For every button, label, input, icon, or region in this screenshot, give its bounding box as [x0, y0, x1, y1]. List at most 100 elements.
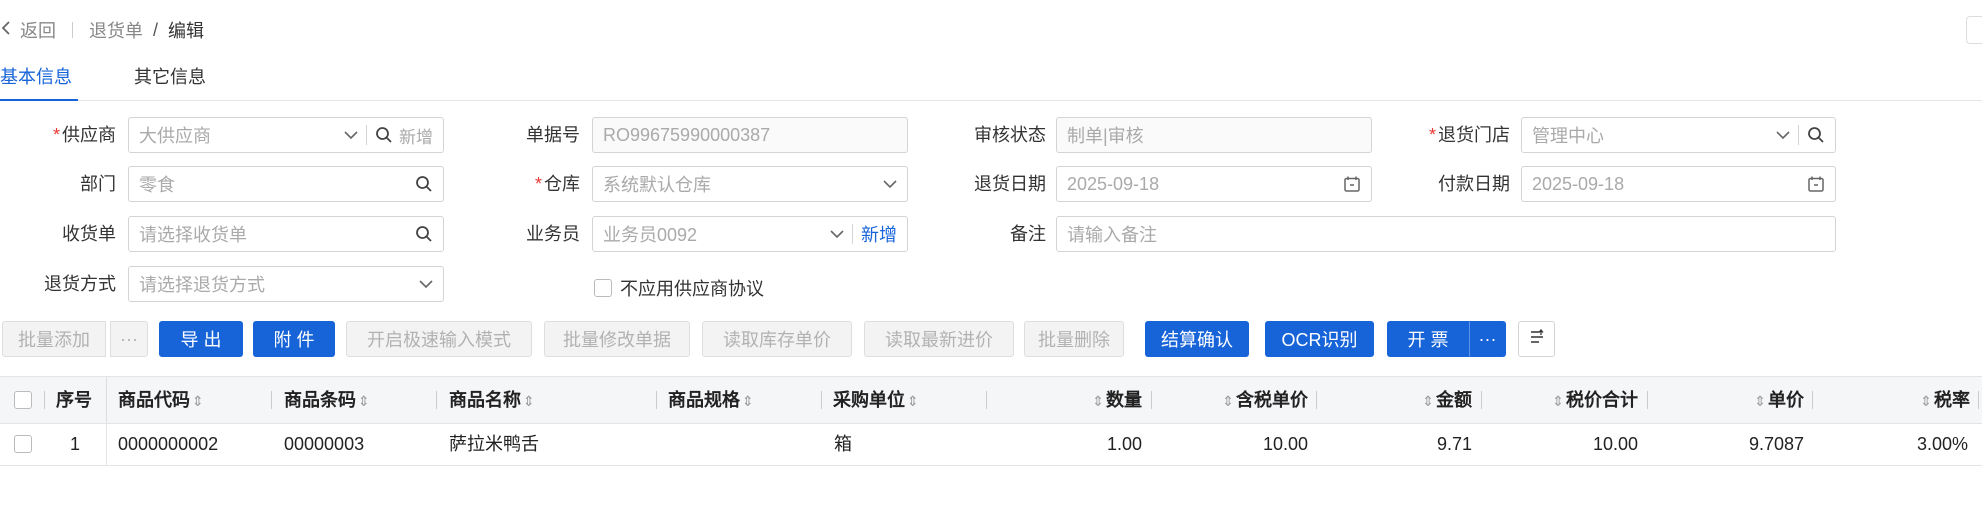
read-stock-price-button[interactable]: 读取库存单价: [702, 321, 852, 357]
column-settings-icon: [1529, 328, 1545, 350]
return-store-label: * 退货门店: [1428, 125, 1510, 145]
export-button[interactable]: 导 出: [159, 321, 243, 357]
return-store-value: 管理中心: [1532, 126, 1604, 146]
settle-confirm-button[interactable]: 结算确认: [1145, 321, 1249, 357]
breadcrumb-parent[interactable]: 退货单: [89, 17, 143, 43]
search-icon[interactable]: [415, 175, 433, 193]
return-date-value: 2025-09-18: [1067, 173, 1160, 194]
supplier-select[interactable]: 大供应商 新增: [128, 117, 444, 153]
doc-no-field: RO99675990000387: [592, 117, 908, 153]
receipt-label: 收货单: [62, 224, 116, 244]
salesman-add-button[interactable]: 新增: [861, 221, 897, 247]
select-all-checkbox[interactable]: [14, 391, 32, 409]
remark-placeholder: 请输入备注: [1067, 225, 1157, 245]
col-barcode[interactable]: 商品条码 ⇕: [284, 377, 372, 423]
return-method-select[interactable]: 请选择退货方式: [128, 266, 444, 302]
warehouse-value: 系统默认仓库: [603, 175, 711, 195]
salesman-value: 业务员0092: [603, 225, 698, 245]
cell-seq: 1: [69, 434, 80, 454]
back-link[interactable]: 返回: [0, 17, 56, 43]
cell-barcode: 00000003: [284, 434, 365, 454]
return-method-label: 退货方式: [44, 274, 116, 294]
receipt-field[interactable]: 请选择收货单: [128, 216, 444, 252]
col-name[interactable]: 商品名称 ⇕: [449, 377, 537, 423]
col-rate[interactable]: ⇕ 税率: [1826, 377, 1970, 423]
salesman-label: 业务员: [526, 224, 580, 244]
search-icon[interactable]: [415, 225, 433, 243]
batch-delete-button[interactable]: 批量删除: [1024, 321, 1124, 357]
invoice-button[interactable]: 开 票: [1387, 321, 1469, 357]
cell-price: 9.7087: [1748, 434, 1804, 454]
chevron-down-icon: [344, 130, 358, 140]
audit-status-field: 制单|审核: [1056, 117, 1372, 153]
col-tax-price[interactable]: ⇕ 含税单价: [1164, 377, 1308, 423]
chevron-down-icon: [1776, 130, 1790, 140]
chevron-down-icon: [830, 229, 844, 239]
search-icon[interactable]: [1807, 126, 1825, 144]
pay-date-label: 付款日期: [1438, 174, 1510, 194]
table-row[interactable]: 1 0000000002 00000003 萨拉米鸭舌 箱 1.00 10.00…: [0, 423, 1982, 466]
col-unit[interactable]: 采购单位 ⇕: [833, 377, 921, 423]
supplier-label: * 供应商: [52, 125, 116, 145]
read-latest-price-button[interactable]: 读取最新进价: [864, 321, 1014, 357]
col-qty[interactable]: ⇕ 数量: [1000, 377, 1142, 423]
no-protocol-label: 不应用供应商协议: [620, 279, 764, 299]
col-total[interactable]: ⇕ 税价合计: [1494, 377, 1638, 423]
checkbox-box[interactable]: [594, 279, 612, 297]
department-value: 零食: [139, 175, 175, 195]
col-spec[interactable]: 商品规格 ⇕: [668, 377, 756, 423]
calendar-icon: [1343, 175, 1361, 193]
pay-date-value: 2025-09-18: [1532, 173, 1625, 194]
return-store-select[interactable]: 管理中心: [1521, 117, 1836, 153]
col-code[interactable]: 商品代码 ⇕: [118, 377, 206, 423]
side-panel-toggle[interactable]: [1966, 16, 1982, 44]
batch-add-button[interactable]: 批量添加: [2, 321, 106, 357]
cell-qty[interactable]: 1.00: [1000, 423, 1142, 465]
tab-basic-info[interactable]: 基本信息: [0, 64, 78, 101]
batch-add-more-button[interactable]: ···: [110, 321, 148, 357]
breadcrumb-current: 编辑: [168, 21, 205, 41]
remark-input[interactable]: 请输入备注: [1056, 216, 1836, 252]
col-price[interactable]: ⇕ 单价: [1660, 377, 1804, 423]
supplier-value: 大供应商: [139, 126, 211, 146]
table-header: 序号 商品代码 ⇕ 商品条码 ⇕ 商品名称 ⇕ 商品规格 ⇕ 采购单位 ⇕ ⇕ 数量 ⇕ 含税…: [0, 376, 1982, 424]
cell-code: 0000000002: [118, 434, 219, 454]
return-method-placeholder: 请选择退货方式: [139, 275, 265, 295]
cell-tax-price[interactable]: 10.00: [1164, 423, 1308, 465]
return-date-picker[interactable]: 2025-09-18: [1056, 166, 1372, 202]
supplier-add-button[interactable]: 新增: [399, 123, 433, 148]
salesman-select[interactable]: 业务员0092 新增: [592, 216, 908, 252]
audit-status-label: 审核状态: [974, 125, 1046, 145]
search-icon[interactable]: [375, 126, 393, 144]
row-checkbox[interactable]: [14, 435, 32, 453]
receipt-placeholder: 请选择收货单: [139, 225, 247, 245]
fast-input-button[interactable]: 开启极速输入模式: [346, 321, 532, 357]
chevron-down-icon: [883, 179, 897, 189]
invoice-more-button[interactable]: ···: [1469, 321, 1506, 357]
column-settings-button[interactable]: [1518, 321, 1555, 357]
cell-unit: 箱: [834, 434, 852, 454]
batch-edit-button[interactable]: 批量修改单据: [544, 321, 690, 357]
department-label: 部门: [80, 174, 116, 194]
breadcrumb: 返回 退货单 / 编辑: [0, 16, 204, 44]
attach-button[interactable]: 附 件: [253, 321, 335, 357]
cell-rate: 3.00%: [1916, 434, 1968, 454]
remark-label: 备注: [1010, 224, 1046, 244]
ocr-button[interactable]: OCR识别: [1265, 321, 1374, 357]
warehouse-select[interactable]: 系统默认仓库: [592, 166, 908, 202]
pay-date-picker[interactable]: 2025-09-18: [1521, 166, 1836, 202]
no-protocol-checkbox[interactable]: 不应用供应商协议: [594, 275, 764, 301]
tab-other-info[interactable]: 其它信息: [134, 64, 214, 100]
col-seq: 序号: [56, 390, 92, 410]
doc-no-label: 单据号: [526, 125, 580, 145]
cell-name: 萨拉米鸭舌: [449, 434, 539, 454]
chevron-left-icon: [0, 20, 12, 41]
department-field[interactable]: 零食: [128, 166, 444, 202]
breadcrumb-divider: [72, 22, 73, 38]
chevron-down-icon: [419, 279, 433, 289]
col-amount[interactable]: ⇕ 金额: [1330, 377, 1472, 423]
tab-bar: 基本信息 其它信息: [0, 64, 1982, 101]
doc-no-value: RO99675990000387: [603, 124, 771, 145]
return-date-label: 退货日期: [974, 174, 1046, 194]
back-label: 返回: [20, 21, 56, 41]
